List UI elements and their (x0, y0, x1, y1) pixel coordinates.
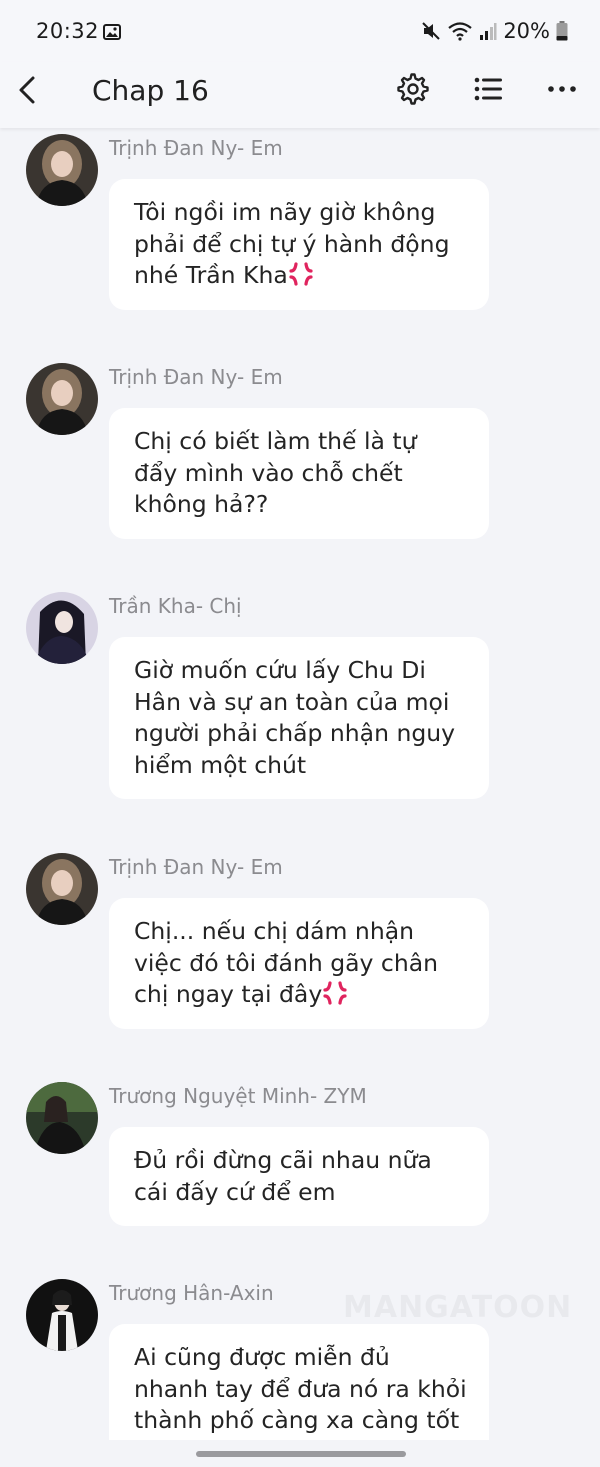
sender-name: Trịnh Đan Ny- Em (109, 136, 283, 160)
navigation-bar (0, 1440, 600, 1467)
message-text: Ai cũng được miễn đủ nhanh tay để đưa nó… (134, 1343, 467, 1434)
signal-icon (480, 23, 497, 40)
sender-name: Trương Hân-Axin (109, 1281, 274, 1305)
message-bubble[interactable]: Ai cũng được miễn đủ nhanh tay để đưa nó… (109, 1324, 489, 1440)
home-indicator[interactable] (196, 1451, 406, 1457)
avatar[interactable] (26, 134, 98, 206)
message-bubble[interactable]: Tôi ngồi im nãy giờ không phải để chị tự… (109, 179, 489, 310)
message-bubble[interactable]: Đủ rồi đừng cãi nhau nữa cái đấy cứ để e… (109, 1127, 489, 1226)
mute-icon (422, 22, 441, 40)
anger-icon (287, 261, 314, 287)
message-text: Chị... nếu chị dám nhận việc đó tôi đánh… (134, 917, 439, 1008)
avatar[interactable] (26, 363, 98, 435)
more-dots-icon[interactable] (546, 72, 580, 106)
sender-name: Trịnh Đan Ny- Em (109, 365, 283, 389)
status-icons: 20% (421, 18, 568, 44)
battery-icon (556, 21, 568, 41)
page-title: Chap 16 (92, 74, 209, 107)
message-text: Đủ rồi đừng cãi nhau nữa cái đấy cứ để e… (134, 1146, 432, 1206)
message-bubble[interactable]: Giờ muốn cứu lấy Chu Di Hân và sự an toà… (109, 637, 489, 799)
sender-name: Trương Nguyệt Minh- ZYM (109, 1084, 367, 1108)
message-text: Chị có biết làm thế là tự đẩy mình vào c… (134, 427, 417, 518)
gear-icon[interactable] (396, 72, 430, 106)
gallery-icon (103, 24, 121, 40)
chat-list[interactable]: Trịnh Đan Ny- Em Tôi ngồi im nãy giờ khô… (0, 128, 600, 1440)
watermark-logo: MANGATOON (343, 1290, 572, 1325)
message-bubble[interactable]: Chị... nếu chị dám nhận việc đó tôi đánh… (109, 898, 489, 1029)
avatar[interactable] (26, 853, 98, 925)
avatar[interactable] (26, 592, 98, 664)
anger-icon (322, 980, 349, 1006)
message-bubble[interactable]: Chị có biết làm thế là tự đẩy mình vào c… (109, 408, 489, 539)
avatar[interactable] (26, 1279, 98, 1351)
status-time: 20:32 (36, 19, 100, 43)
app-header: Chap 16 (0, 62, 600, 128)
sender-name: Trần Kha- Chị (109, 594, 242, 618)
back-arrow-icon[interactable] (14, 74, 42, 106)
sender-name: Trịnh Đan Ny- Em (109, 855, 283, 879)
avatar[interactable] (26, 1082, 98, 1154)
wifi-icon (448, 22, 473, 41)
message-text: Giờ muốn cứu lấy Chu Di Hân và sự an toà… (134, 656, 456, 779)
battery-percent: 20% (503, 19, 550, 43)
list-icon[interactable] (472, 72, 506, 106)
status-bar: 20:32 20% (0, 0, 600, 62)
